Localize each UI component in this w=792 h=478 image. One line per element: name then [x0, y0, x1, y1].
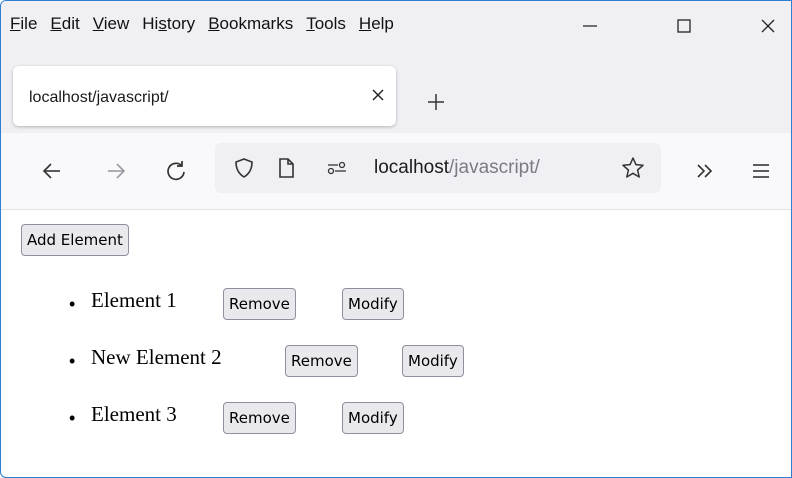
hamburger-menu-icon: [753, 164, 769, 178]
remove-button[interactable]: Remove: [223, 402, 296, 434]
maximize-button[interactable]: [664, 11, 704, 41]
tracking-protection-button[interactable]: [229, 153, 259, 183]
close-icon: [761, 19, 775, 33]
menu-edit-accel: E: [50, 14, 62, 33]
chevron-double-right-icon: [697, 164, 713, 178]
browser-window: File Edit View History Bookmarks Tools H…: [0, 0, 792, 478]
page-icon: [279, 158, 294, 178]
menu-tools-label: ools: [314, 14, 346, 33]
add-element-button[interactable]: Add Element: [21, 224, 129, 256]
list-item-text: New Element 2: [91, 345, 222, 369]
back-arrow-icon: [42, 163, 60, 179]
url-text[interactable]: localhost/javascript/: [374, 157, 540, 179]
menu-tools-accel: T: [306, 14, 315, 33]
close-window-button[interactable]: [748, 11, 788, 41]
menu-history-pre: Hi: [142, 14, 159, 33]
shield-icon: [235, 158, 253, 178]
menu-bookmarks-label: ookmarks: [219, 14, 294, 33]
page-info-button[interactable]: [271, 153, 301, 183]
permissions-button[interactable]: [322, 153, 352, 183]
permissions-icon: [327, 161, 346, 175]
menu-file-label: ile: [20, 14, 38, 33]
tab-title: localhost/javascript/: [29, 89, 169, 106]
tab-close-icon: [372, 89, 384, 101]
menu-edit[interactable]: Edit: [50, 14, 79, 34]
tab-close-button[interactable]: [363, 80, 393, 110]
maximize-icon: [677, 19, 691, 33]
forward-button[interactable]: [101, 156, 131, 186]
modify-button[interactable]: Modify: [342, 402, 404, 434]
menu-history-label: tory: [166, 14, 196, 33]
star-icon: [622, 157, 644, 178]
menu-file-accel: F: [10, 14, 21, 33]
menu-view[interactable]: View: [93, 14, 130, 34]
bullet: •: [69, 294, 76, 314]
bullet: •: [69, 408, 76, 428]
remove-button[interactable]: Remove: [223, 288, 296, 320]
menu-view-label: iew: [103, 14, 130, 33]
list-item-text: Element 1: [91, 288, 177, 312]
minimize-button[interactable]: [570, 11, 610, 41]
new-tab-button[interactable]: [420, 86, 452, 118]
reload-button[interactable]: [161, 156, 191, 186]
modify-button[interactable]: Modify: [342, 288, 404, 320]
menu-help-accel: H: [358, 14, 372, 33]
address-bar[interactable]: localhost/javascript/: [215, 143, 661, 193]
tab-bar: localhost/javascript/: [1, 51, 791, 133]
menu-view-accel: V: [92, 14, 104, 33]
overflow-menu-button[interactable]: [690, 156, 720, 186]
menu-items: File Edit View History Bookmarks Tools H…: [10, 14, 407, 34]
page-content: Add Element • Element 1 Remove Modify • …: [1, 210, 791, 477]
modify-button[interactable]: Modify: [402, 345, 464, 377]
menu-file[interactable]: File: [10, 14, 37, 34]
menu-help-label: elp: [371, 14, 394, 33]
reload-icon: [167, 161, 185, 181]
menu-bookmarks-accel: B: [208, 14, 220, 33]
menu-tools[interactable]: Tools: [306, 14, 346, 34]
menu-edit-label: dit: [61, 14, 80, 33]
menu-help[interactable]: Help: [359, 14, 394, 34]
plus-icon: [428, 94, 444, 110]
list-item-text: Element 3: [91, 402, 177, 426]
forward-arrow-icon: [108, 163, 126, 179]
menu-bar: File Edit View History Bookmarks Tools H…: [1, 1, 791, 51]
menu-history-accel: s: [158, 14, 167, 33]
remove-button[interactable]: Remove: [285, 345, 358, 377]
bookmark-star-button[interactable]: [618, 153, 648, 183]
navigation-toolbar: localhost/javascript/: [1, 133, 791, 210]
url-path: /javascript/: [449, 157, 540, 178]
menu-history[interactable]: History: [142, 14, 195, 34]
bullet: •: [69, 351, 76, 371]
minimize-icon: [583, 25, 597, 27]
url-host: localhost: [374, 157, 449, 178]
tab-active[interactable]: localhost/javascript/: [13, 66, 396, 126]
menu-bookmarks[interactable]: Bookmarks: [208, 14, 293, 34]
back-button[interactable]: [37, 156, 67, 186]
app-menu-button[interactable]: [746, 156, 776, 186]
